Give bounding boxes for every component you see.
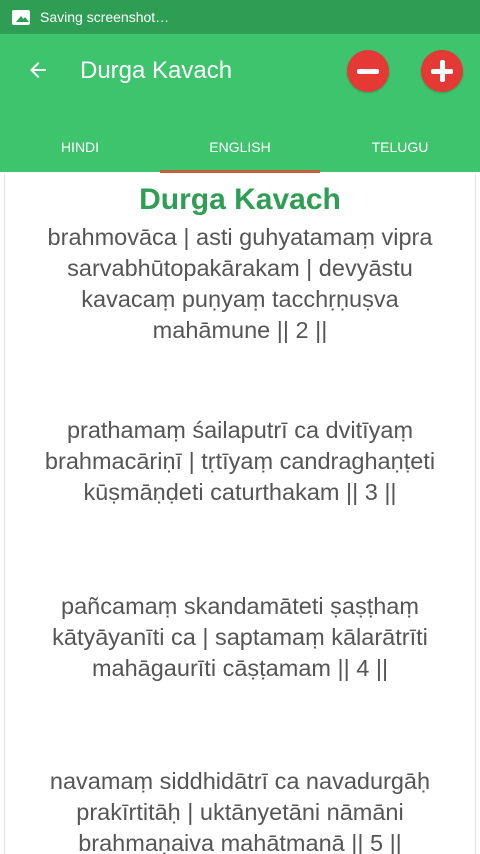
verse-line: pañcamaṃ skandamāteti ṣaṣṭhaṃ: [61, 593, 419, 619]
verse-line: mahāmune || 2 ||: [152, 317, 328, 343]
language-tabs: HINDI ENGLISH TELUGU: [0, 122, 480, 172]
tab-hindi[interactable]: HINDI: [0, 122, 160, 172]
verse-content[interactable]: Durga Kavach brahmovāca | asti guhyatama…: [4, 174, 476, 854]
verse-block: brahmovāca | asti guhyatamaṃ vipra sarva…: [5, 222, 475, 346]
verse-line: prathamaṃ śailaputrī ca dvitīyaṃ: [66, 417, 414, 443]
decrease-font-button[interactable]: [347, 50, 389, 92]
increase-font-button[interactable]: [421, 50, 463, 92]
arrow-left-icon: [30, 62, 46, 78]
active-tab-indicator: [160, 170, 320, 173]
verse-line: brahmaṇaiva mahātmanā || 5 ||: [78, 830, 402, 854]
page-title: Durga Kavach: [80, 57, 233, 84]
verse-line: prakīrtitāḥ | uktānyetāni nāmāni: [76, 799, 404, 825]
tab-telugu[interactable]: TELUGU: [320, 122, 480, 172]
tab-label: ENGLISH: [209, 139, 271, 155]
verse-line: mahāgaurīti cāṣṭamam || 4 ||: [91, 655, 389, 681]
tab-label: HINDI: [60, 139, 100, 155]
verse-block: pañcamaṃ skandamāteti ṣaṣṭhaṃ kātyāyanīt…: [5, 591, 475, 684]
tab-label: TELUGU: [371, 139, 429, 155]
verse-line: kātyāyanīti ca | saptamaṃ kālarātrīti: [52, 624, 428, 650]
status-text: Saving screenshot…: [40, 9, 170, 25]
plus-icon: [431, 60, 453, 82]
verse-block: prathamaṃ śailaputrī ca dvitīyaṃ brahmac…: [5, 415, 475, 508]
verse-line: sarvabhūtopakārakam | devyāstu: [67, 255, 413, 281]
content-title: Durga Kavach: [139, 183, 341, 216]
app-bar: Durga Kavach HINDI ENGLISH TELUGU: [0, 34, 480, 173]
verse-line: brahmovāca | asti guhyatamaṃ vipra: [47, 224, 433, 250]
tab-english[interactable]: ENGLISH: [160, 122, 320, 172]
back-button[interactable]: [22, 54, 54, 86]
verse-block: navamaṃ siddhidātrī ca navadurgāḥ prakīr…: [5, 766, 475, 854]
image-icon: [12, 9, 30, 25]
verse-line: kavacaṃ puṇyaṃ tacchṛṇuṣva: [81, 286, 399, 312]
verse-line: brahmacāriṇī | tṛtīyaṃ candraghaṇṭeti: [44, 448, 436, 474]
minus-icon: [357, 60, 379, 82]
verse-line: kūṣmāṇḍeti caturthakam || 3 ||: [83, 479, 397, 505]
status-bar: Saving screenshot…: [0, 0, 480, 34]
verse-line: navamaṃ siddhidātrī ca navadurgāḥ: [49, 768, 431, 794]
